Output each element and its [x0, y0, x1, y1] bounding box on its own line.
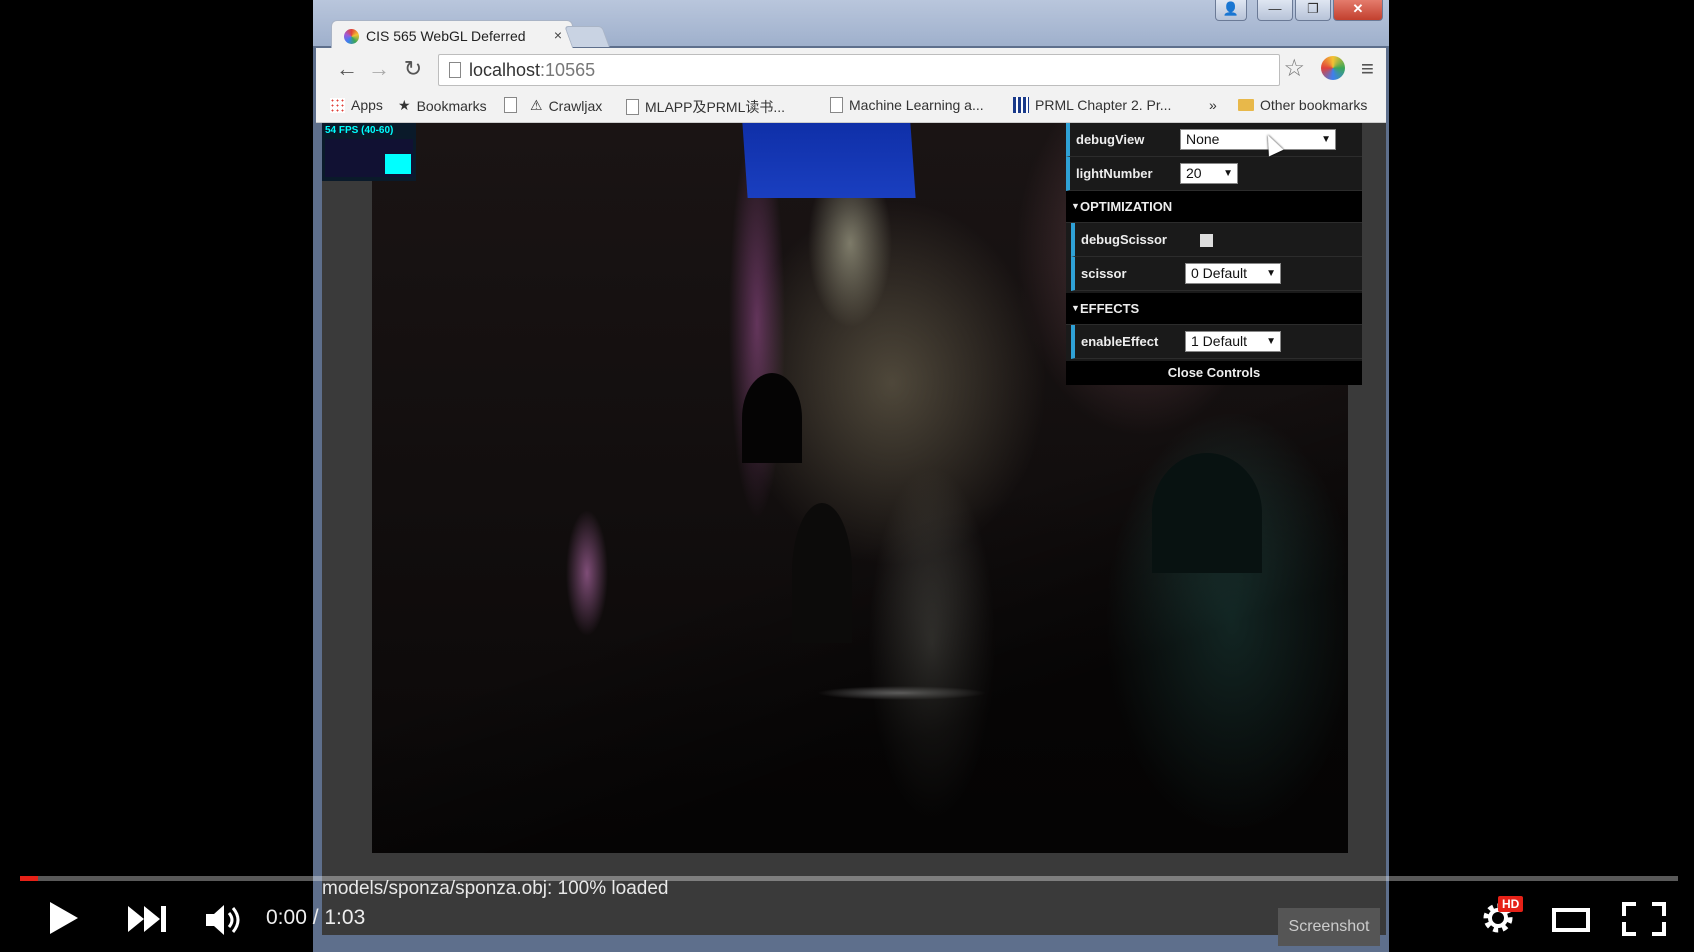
- lightnumber-select[interactable]: 20 ▼: [1180, 163, 1238, 184]
- page-icon: [449, 62, 461, 78]
- chevron-down-icon: ▼: [1321, 134, 1331, 145]
- url-host: localhost: [469, 60, 541, 80]
- gui-row-debugview: debugView None ▼: [1066, 123, 1362, 157]
- gui-row-debugscissor: debugScissor: [1071, 223, 1362, 257]
- bookmark-blank[interactable]: [504, 97, 517, 113]
- folder-expand-icon: ▼: [1071, 303, 1080, 313]
- debugview-label: debugView: [1076, 132, 1145, 147]
- extension-icon[interactable]: [1321, 56, 1345, 80]
- bookmark-label: Crawljax: [548, 97, 603, 114]
- scene-arch: [1152, 453, 1262, 573]
- video-player: { "browser": { "tab_title": "CIS 565 Web…: [0, 0, 1694, 952]
- browser-tab[interactable]: CIS 565 WebGL Deferred ×: [331, 20, 573, 51]
- crawljax-icon: ⚠: [530, 97, 543, 113]
- scissor-label: scissor: [1081, 266, 1127, 281]
- volume-icon[interactable]: [202, 900, 242, 940]
- page-icon: [626, 99, 639, 115]
- bookmark-mlapp[interactable]: MLAPP及PRML读书...: [626, 97, 785, 117]
- bookmark-label: Bookmarks: [416, 97, 487, 114]
- gui-row-scissor: scissor 0 Default ▼: [1071, 257, 1362, 291]
- fps-readout: 54 FPS (40-60): [325, 125, 394, 136]
- window-controls: 👤 — ❐ ✕: [1215, 0, 1383, 21]
- debugscissor-label: debugScissor: [1081, 232, 1167, 247]
- scene-arch: [742, 373, 802, 463]
- enableeffect-label: enableEffect: [1081, 334, 1159, 349]
- bookmark-label: Machine Learning a...: [849, 97, 984, 113]
- load-status: models/sponza/sponza.obj: 100% loaded: [322, 878, 669, 899]
- apps-icon: [330, 97, 345, 113]
- folder-icon: [1238, 99, 1254, 111]
- reload-icon[interactable]: ↻: [400, 56, 426, 82]
- enableeffect-value: 1 Default: [1191, 333, 1248, 349]
- title-bar: 👤 — ❐ ✕ CIS 565 WebGL Deferred ×: [313, 0, 1389, 51]
- folder-title: OPTIMIZATION: [1080, 199, 1173, 214]
- chevron-down-icon: ▼: [1223, 168, 1233, 179]
- lightnumber-label: lightNumber: [1076, 166, 1153, 181]
- chevron-down-icon: ▼: [1266, 336, 1276, 347]
- controls-panel: debugView None ▼ lightNumber 20 ▼ ▼ OPTIMI…: [1066, 123, 1362, 385]
- new-tab-button[interactable]: [564, 26, 610, 47]
- fps-stats-panel[interactable]: 54 FPS (40-60): [322, 123, 416, 181]
- maximize-button[interactable]: ❐: [1295, 0, 1331, 21]
- bookmarks-bar: Apps ★ Bookmarks ⚠ Crawljax MLAPP及PRML读书..…: [316, 90, 1386, 123]
- folder-optimization[interactable]: ▼ OPTIMIZATION: [1066, 191, 1362, 223]
- fps-graph-bar: [385, 154, 411, 174]
- bookmark-star-icon[interactable]: ☆: [1283, 54, 1305, 83]
- url-port: :10565: [540, 60, 596, 80]
- hd-badge: HD: [1498, 896, 1524, 912]
- bookmark-apps[interactable]: Apps: [330, 97, 383, 113]
- next-icon[interactable]: [128, 906, 168, 932]
- forward-arrow-icon[interactable]: →: [366, 56, 392, 82]
- gui-row-lightnumber: lightNumber 20 ▼: [1066, 157, 1362, 191]
- folder-effects[interactable]: ▼ EFFECTS: [1066, 293, 1362, 325]
- fps-graph: [325, 139, 413, 177]
- menu-icon[interactable]: ≡: [1361, 56, 1374, 82]
- folder-title: EFFECTS: [1080, 301, 1140, 316]
- scene-arch: [792, 503, 852, 643]
- gui-row-enableeffect: enableEffect 1 Default ▼: [1071, 325, 1362, 359]
- tab-close-icon[interactable]: ×: [554, 27, 562, 43]
- bookmark-prml[interactable]: PRML Chapter 2. Pr...: [1013, 97, 1171, 113]
- minimize-button[interactable]: —: [1257, 0, 1293, 21]
- scissor-value: 0 Default: [1191, 265, 1248, 281]
- chevron-down-icon: ▼: [1266, 268, 1276, 279]
- debugscissor-checkbox[interactable]: [1200, 234, 1213, 247]
- grid-icon: [1013, 97, 1029, 113]
- screenshot-button[interactable]: Screenshot: [1278, 908, 1380, 946]
- page-icon: [830, 97, 843, 113]
- bookmark-crawljax[interactable]: ⚠ Crawljax: [530, 97, 602, 114]
- other-bookmarks-label: Other bookmarks: [1260, 97, 1368, 113]
- other-bookmarks[interactable]: Other bookmarks: [1238, 97, 1367, 113]
- theater-mode-icon[interactable]: [1552, 908, 1590, 932]
- url-text: localhost:10565: [469, 60, 595, 81]
- scene-sky: [742, 123, 916, 198]
- lightnumber-value: 20: [1186, 165, 1202, 181]
- back-arrow-icon[interactable]: ←: [334, 56, 360, 82]
- tab-title: CIS 565 WebGL Deferred: [366, 28, 526, 44]
- bookmark-label: MLAPP及PRML读书...: [645, 99, 786, 115]
- close-controls-button[interactable]: Close Controls: [1066, 361, 1362, 385]
- close-window-button[interactable]: ✕: [1333, 0, 1383, 21]
- bookmark-bookmarks[interactable]: ★ Bookmarks: [398, 97, 487, 114]
- address-bar[interactable]: localhost:10565 ☆: [438, 54, 1305, 86]
- star-icon: ★: [398, 97, 411, 113]
- time-display: 0:00 / 1:03: [266, 906, 366, 929]
- folder-expand-icon: ▼: [1071, 201, 1080, 211]
- page-icon: [504, 97, 517, 113]
- bookmarks-overflow-button[interactable]: »: [1209, 97, 1217, 113]
- fullscreen-icon[interactable]: [1622, 902, 1666, 936]
- enableeffect-select[interactable]: 1 Default ▼: [1185, 331, 1281, 352]
- bookmark-label: Apps: [351, 97, 383, 113]
- bookmark-label: PRML Chapter 2. Pr...: [1035, 97, 1172, 113]
- browser-toolbar: ← → ↻ localhost:10565 ☆ ≡: [316, 48, 1386, 90]
- user-icon[interactable]: 👤: [1215, 0, 1247, 21]
- progress-fill: [20, 876, 39, 881]
- bookmark-machine-learning[interactable]: Machine Learning a...: [830, 97, 984, 113]
- debugview-value: None: [1186, 131, 1220, 147]
- progress-bar[interactable]: [20, 876, 1678, 881]
- play-icon[interactable]: [50, 902, 78, 934]
- debugview-select[interactable]: None ▼: [1180, 129, 1336, 150]
- scissor-select[interactable]: 0 Default ▼: [1185, 263, 1281, 284]
- chrome-favicon-icon: [344, 29, 359, 44]
